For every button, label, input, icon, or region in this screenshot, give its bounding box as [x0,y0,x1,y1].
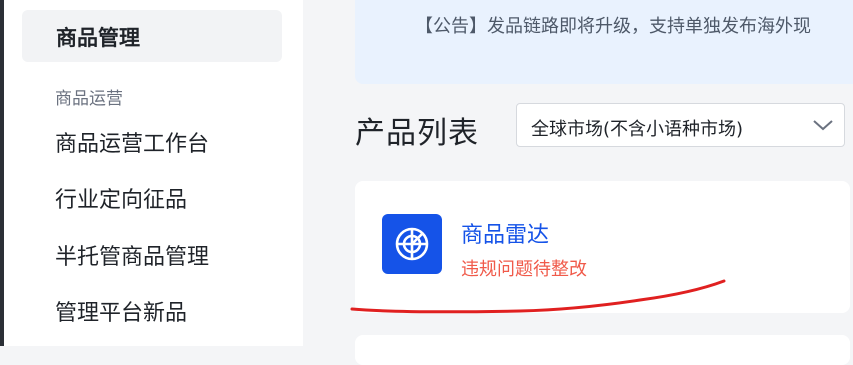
next-card [355,335,850,365]
radar-icon [382,214,442,274]
card-title: 商品雷达 [461,223,550,248]
announcement-text: 【公告】发品链路即将升级，支持单独发布海外现 [415,16,811,37]
sidebar-section-label: 商品运营 [55,89,123,109]
announcement-banner: 【公告】发品链路即将升级，支持单独发布海外现 [355,0,853,84]
product-radar-card[interactable]: 商品雷达 违规问题待整改 [355,181,850,313]
market-select[interactable]: 全球市场(不含小语种市场) [516,103,845,147]
sidebar-item-semi-managed[interactable]: 半托管商品管理 [55,239,209,271]
card-status-text: 违规问题待整改 [461,259,587,280]
chevron-down-icon [813,120,833,131]
page-title: 产品列表 [355,116,479,151]
sidebar: 商品管理 商品运营 商品运营工作台 行业定向征品 半托管商品管理 管理平台新品 [4,0,303,346]
sidebar-item-operations-workbench[interactable]: 商品运营工作台 [55,126,209,158]
market-select-value: 全球市场(不含小语种市场) [531,119,744,140]
sidebar-item-product-management[interactable]: 商品管理 [22,10,282,62]
sidebar-item-new-products[interactable]: 管理平台新品 [55,295,187,327]
sidebar-item-industry-solicitation[interactable]: 行业定向征品 [55,182,187,214]
main-content: 【公告】发品链路即将升级，支持单独发布海外现 产品列表 全球市场(不含小语种市场… [303,0,853,365]
sidebar-item-label: 商品管理 [56,26,140,50]
